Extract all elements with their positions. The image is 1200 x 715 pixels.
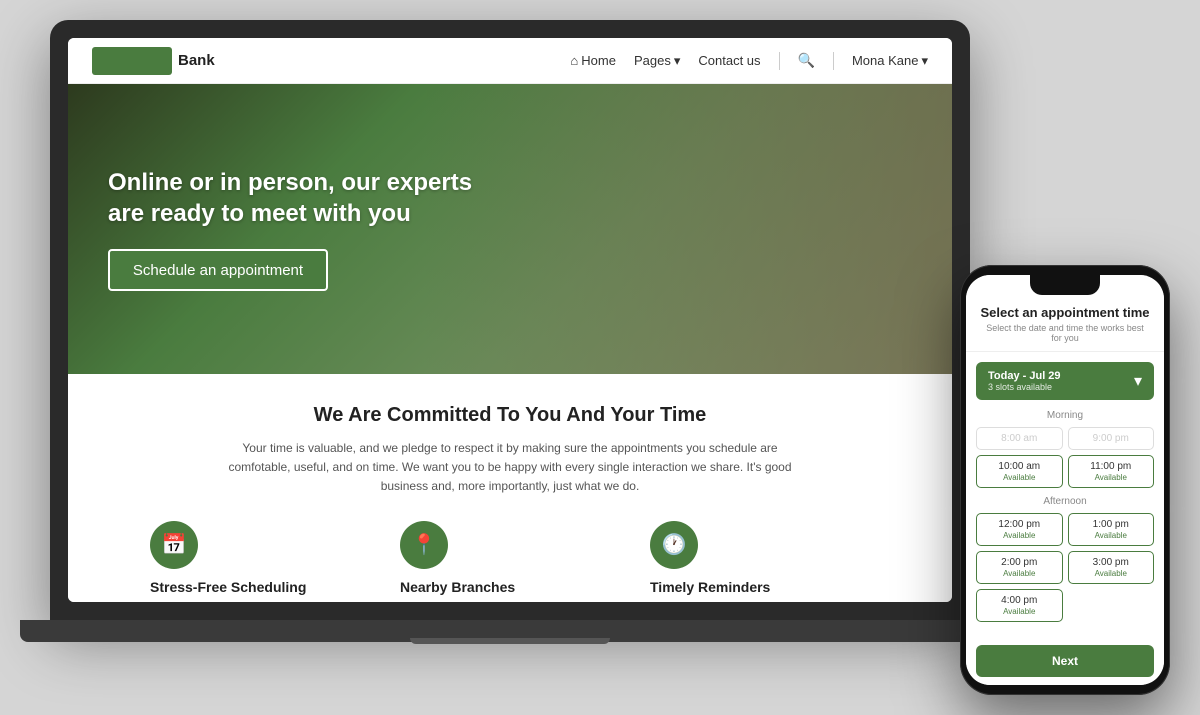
hero-section: Online or in person, our experts are rea… [68, 84, 952, 374]
next-button[interactable]: Next [976, 645, 1154, 677]
scene: Bank ⌂ Home Pages ▾ Contact us [0, 0, 1200, 715]
feature-scheduling: 📅 Stress-Free Scheduling Our online sche… [150, 521, 370, 602]
date-selector[interactable]: Today - Jul 29 3 slots available ▾ [976, 362, 1154, 400]
afternoon-section-label: Afternoon [976, 496, 1154, 507]
features-list: 📅 Stress-Free Scheduling Our online sche… [108, 521, 912, 602]
nav-pages[interactable]: Pages ▾ [634, 53, 680, 69]
time-slot-2pm[interactable]: 2:00 pm Available [976, 551, 1063, 584]
phone-screen: Select an appointment time Select the da… [966, 275, 1164, 685]
nav-contact[interactable]: Contact us [698, 53, 760, 68]
time-slot-4pm[interactable]: 4:00 pm Available [976, 589, 1063, 622]
time-slot-9pm[interactable]: 9:00 pm [1068, 427, 1155, 450]
logo-green-block [92, 47, 172, 75]
time-slot-8am[interactable]: 8:00 am [976, 427, 1063, 450]
morning-section-label: Morning [976, 410, 1154, 421]
pin-icon: 📍 [400, 521, 448, 569]
nav-home[interactable]: ⌂ Home [570, 53, 616, 68]
laptop-screen: Bank ⌂ Home Pages ▾ Contact us [68, 38, 952, 602]
date-sublabel: 3 slots available [988, 382, 1061, 392]
feature-reminders-title: Timely Reminders [650, 579, 870, 595]
hero-title: Online or in person, our experts are rea… [108, 167, 488, 229]
chevron-icon: ▾ [674, 53, 681, 69]
date-chevron-icon: ▾ [1134, 371, 1142, 391]
date-label: Today - Jul 29 [988, 370, 1061, 382]
morning-slots: 8:00 am 9:00 pm 10:00 am Available 11:00… [976, 427, 1154, 488]
hero-overlay [422, 84, 952, 374]
search-icon[interactable]: 🔍 [798, 52, 815, 69]
time-slot-3pm[interactable]: 3:00 pm Available [1068, 551, 1155, 584]
time-slot-12pm[interactable]: 12:00 pm Available [976, 513, 1063, 546]
user-chevron-icon: ▾ [921, 53, 928, 69]
site-nav: Bank ⌂ Home Pages ▾ Contact us [68, 38, 952, 84]
nav-links: ⌂ Home Pages ▾ Contact us 🔍 Mona Kane [570, 52, 928, 70]
time-slot-10am[interactable]: 10:00 am Available [976, 455, 1063, 488]
phone-notch [1030, 275, 1100, 295]
feature-scheduling-title: Stress-Free Scheduling [150, 579, 370, 595]
nav-divider-2 [833, 52, 834, 70]
laptop-body: Bank ⌂ Home Pages ▾ Contact us [50, 20, 970, 620]
phone-body: Select an appointment time Select the da… [960, 265, 1170, 695]
site-content: We Are Committed To You And Your Time Yo… [68, 374, 952, 602]
feature-branches: 📍 Nearby Branches We make it easy to cho… [400, 521, 620, 602]
phone-title: Select an appointment time [980, 305, 1150, 320]
content-body: Your time is valuable, and we pledge to … [220, 439, 800, 497]
time-slot-11pm[interactable]: 11:00 pm Available [1068, 455, 1155, 488]
phone-content: Today - Jul 29 3 slots available ▾ Morni… [966, 352, 1164, 637]
feature-reminders: 🕐 Timely Reminders Our automated confirm… [650, 521, 870, 602]
laptop-base [20, 620, 1000, 642]
calendar-icon: 📅 [150, 521, 198, 569]
time-slot-1pm[interactable]: 1:00 pm Available [1068, 513, 1155, 546]
site-logo: Bank [92, 47, 215, 75]
phone-subtitle: Select the date and time the works best … [980, 323, 1150, 343]
feature-reminders-text: Our automated confirmation and reminder … [650, 601, 870, 602]
home-icon: ⌂ [570, 53, 578, 68]
nav-divider [779, 52, 780, 70]
feature-branches-text: We make it easy to choose the location t… [400, 601, 620, 602]
logo-text: Bank [178, 52, 215, 69]
laptop: Bank ⌂ Home Pages ▾ Contact us [50, 20, 970, 660]
feature-branches-title: Nearby Branches [400, 579, 620, 595]
clock-icon: 🕐 [650, 521, 698, 569]
schedule-appointment-button[interactable]: Schedule an appointment [108, 249, 328, 291]
phone: Select an appointment time Select the da… [960, 265, 1170, 695]
content-title: We Are Committed To You And Your Time [108, 404, 912, 427]
phone-footer: Next [966, 637, 1164, 685]
feature-scheduling-text: Our online scheduler makes it easy to ge… [150, 601, 370, 602]
nav-user[interactable]: Mona Kane ▾ [852, 53, 928, 69]
afternoon-slots: 12:00 pm Available 1:00 pm Available 2:0… [976, 513, 1154, 622]
